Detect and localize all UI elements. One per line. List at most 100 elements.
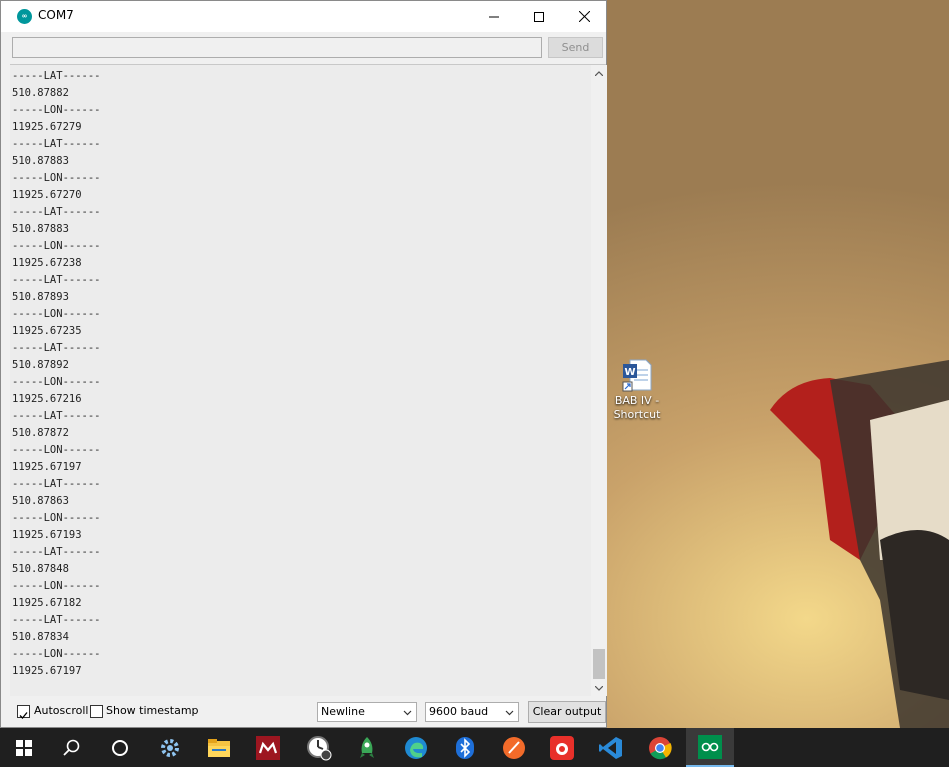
output-lines: -----LAT------ 510.87882 -----LON------ 119… xyxy=(10,65,606,680)
settings-gear-icon xyxy=(161,738,179,757)
output-line: -----LAT------ xyxy=(12,410,101,422)
checkmark-icon xyxy=(19,712,28,719)
taskbar-mendeley[interactable] xyxy=(244,728,292,767)
serial-input-field[interactable] xyxy=(12,37,542,58)
taskbar-cortana-button[interactable] xyxy=(96,728,144,767)
minimize-icon xyxy=(489,16,499,17)
vertical-scrollbar[interactable] xyxy=(591,65,607,696)
output-line: 510.87883 xyxy=(12,155,69,167)
output-line: 11925.67193 xyxy=(12,529,82,541)
output-line: 510.87872 xyxy=(12,427,69,439)
taskbar-bluetooth[interactable] xyxy=(441,728,489,767)
rocket-app-icon xyxy=(360,736,374,758)
maximize-button[interactable] xyxy=(516,1,562,32)
scroll-down-button[interactable] xyxy=(591,680,607,696)
output-line: 510.87863 xyxy=(12,495,69,507)
send-button[interactable]: Send xyxy=(548,37,603,58)
shortcut-label-line1: BAB IV - xyxy=(614,394,660,407)
taskbar-chrome[interactable] xyxy=(636,728,684,767)
chrome-icon xyxy=(649,736,672,759)
swift-app-icon xyxy=(503,736,525,759)
baud-rate-value: 9600 baud xyxy=(429,705,489,718)
serial-options-bar: Autoscroll Show timestamp Newline 9600 b… xyxy=(1,698,606,727)
maximize-icon xyxy=(534,11,544,22)
output-line: 11925.67270 xyxy=(12,189,82,201)
taskbar-edge[interactable] xyxy=(392,728,440,767)
output-line: -----LON------ xyxy=(12,104,101,116)
output-line: 510.87834 xyxy=(12,631,69,643)
cortana-icon xyxy=(112,739,128,756)
close-button[interactable] xyxy=(561,1,607,32)
output-line: 510.87893 xyxy=(12,291,69,303)
title-bar[interactable]: ∞ COM7 xyxy=(1,1,606,32)
baud-rate-select[interactable]: 9600 baud xyxy=(425,702,519,722)
scroll-thumb[interactable] xyxy=(593,649,605,679)
taskbar-rocket-app[interactable] xyxy=(343,728,391,767)
start-button[interactable] xyxy=(0,728,48,767)
minimize-button[interactable] xyxy=(471,1,517,32)
taskbar xyxy=(0,728,949,767)
chevron-down-icon xyxy=(505,710,514,716)
scroll-up-button[interactable] xyxy=(591,65,607,81)
output-line: 11925.67235 xyxy=(12,325,82,337)
desktop-shortcut[interactable]: W BAB IV - Shortcut xyxy=(608,358,666,422)
output-line: 510.87883 xyxy=(12,223,69,235)
output-line: -----LON------ xyxy=(12,172,101,184)
taskbar-arduino[interactable] xyxy=(686,728,734,767)
output-line: 11925.67197 xyxy=(12,665,82,677)
line-ending-select[interactable]: Newline xyxy=(317,702,417,722)
chevron-down-icon xyxy=(595,685,603,691)
bluetooth-icon xyxy=(456,736,474,759)
output-line: -----LAT------ xyxy=(12,274,101,286)
taskbar-settings[interactable] xyxy=(146,728,194,767)
autoscroll-checkbox[interactable] xyxy=(17,705,30,719)
output-line: -----LON------ xyxy=(12,444,101,456)
show-timestamp-label: Show timestamp xyxy=(106,704,199,717)
output-line: 11925.67238 xyxy=(12,257,82,269)
search-icon xyxy=(63,739,80,756)
word-document-icon: W xyxy=(622,359,652,392)
output-line: 510.87882 xyxy=(12,87,69,99)
taskbar-vscode[interactable] xyxy=(587,728,635,767)
output-line: -----LON------ xyxy=(12,240,101,252)
taskbar-screenshot-app[interactable] xyxy=(538,728,586,767)
autoscroll-label: Autoscroll xyxy=(34,704,89,717)
taskbar-clock-app[interactable] xyxy=(295,728,343,767)
output-line: -----LON------ xyxy=(12,512,101,524)
output-line: -----LAT------ xyxy=(12,206,101,218)
output-line: -----LAT------ xyxy=(12,478,101,490)
serial-output-area[interactable]: -----LAT------ 510.87882 -----LON------ 119… xyxy=(10,64,606,696)
output-line: -----LAT------ xyxy=(12,546,101,558)
serial-monitor-window: ∞ COM7 Send -----LAT------ 510.87882 -----… xyxy=(0,0,607,728)
window-title: COM7 xyxy=(38,8,74,22)
arduino-icon: ∞ xyxy=(17,9,32,24)
shortcut-label-line2: Shortcut xyxy=(613,408,661,421)
taskbar-swift-app[interactable] xyxy=(490,728,538,767)
clock-app-icon xyxy=(307,735,332,760)
output-line: -----LON------ xyxy=(12,376,101,388)
show-timestamp-checkbox[interactable] xyxy=(90,705,103,718)
output-line: -----LAT------ xyxy=(12,614,101,626)
output-line: 11925.67197 xyxy=(12,461,82,473)
output-line: -----LAT------ xyxy=(12,138,101,150)
file-explorer-icon xyxy=(208,738,230,757)
output-line: 510.87848 xyxy=(12,563,69,575)
close-icon xyxy=(578,11,590,22)
output-line: -----LON------ xyxy=(12,308,101,320)
line-ending-value: Newline xyxy=(321,705,365,718)
vscode-icon xyxy=(599,736,622,759)
svg-text:W: W xyxy=(624,367,635,378)
output-line: -----LON------ xyxy=(12,580,101,592)
chevron-down-icon xyxy=(403,710,412,716)
output-line: -----LON------ xyxy=(12,648,101,660)
screenshot-app-icon xyxy=(550,735,574,760)
output-line: -----LAT------ xyxy=(12,70,101,82)
edge-icon xyxy=(405,736,427,759)
taskbar-search-button[interactable] xyxy=(48,728,96,767)
mendeley-icon xyxy=(256,735,280,760)
windows-start-icon xyxy=(16,739,32,756)
output-line: 11925.67279 xyxy=(12,121,82,133)
clear-output-button[interactable]: Clear output xyxy=(528,701,606,723)
output-line: 11925.67182 xyxy=(12,597,82,609)
taskbar-file-explorer[interactable] xyxy=(195,728,243,767)
